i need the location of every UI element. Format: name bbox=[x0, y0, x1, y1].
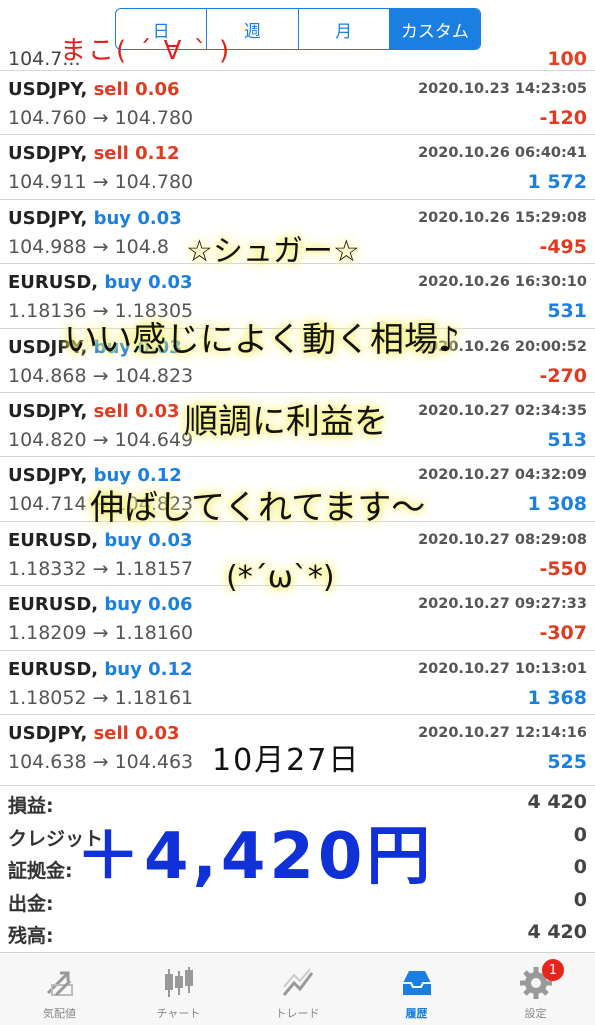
trade-prices: 1.18052 → 1.18161 bbox=[8, 686, 194, 709]
trade-time: 2020.10.26 16:30:10 bbox=[418, 274, 587, 291]
trade-symbol: USDJPY, sell 0.03 bbox=[8, 722, 180, 744]
trade-time: 2020.10.27 10:13:01 bbox=[418, 660, 587, 677]
trade-time: 2020.10.27 04:32:09 bbox=[418, 467, 587, 484]
tab-quotes[interactable]: 気配値 bbox=[0, 953, 119, 1025]
trade-profit: 525 bbox=[547, 750, 587, 773]
trade-time: 2020.10.27 12:14:16 bbox=[418, 724, 587, 741]
trade-volume: 0.12 bbox=[148, 658, 193, 680]
trade-row[interactable]: EURUSD, buy 0.12 2020.10.27 10:13:01 1.180… bbox=[0, 649, 595, 714]
trade-volume: 0.06 bbox=[135, 79, 180, 100]
trade-prices: 104.988 → 104.8 bbox=[8, 235, 169, 258]
trade-side: buy bbox=[104, 594, 142, 616]
trade-volume: 0.03 bbox=[135, 722, 180, 744]
chart-icon bbox=[159, 963, 199, 1003]
trade-volume: 0.03 bbox=[137, 207, 182, 229]
tab-label: チャート bbox=[156, 1007, 201, 1020]
trade-volume: 0.03 bbox=[135, 400, 180, 422]
summary-label: 損益: bbox=[8, 795, 54, 817]
trade-time: 2020.10.27 08:29:08 bbox=[418, 531, 587, 548]
trade-symbol: USDJPY, sell 0.12 bbox=[8, 143, 180, 165]
trade-symbol: USDJPY, sell 0.03 bbox=[8, 400, 180, 422]
trade-prices: 104.911 → 104.780 bbox=[8, 171, 194, 194]
period-custom-button[interactable]: カスタム bbox=[389, 9, 480, 49]
trade-prices: 104.638 → 104.463 bbox=[8, 750, 194, 773]
summary-value: 0 bbox=[573, 888, 587, 911]
trade-row[interactable]: USDJPY, sell 0.12 2020.10.26 06:40:41 104.… bbox=[0, 134, 595, 198]
tab-label: 履歴 bbox=[405, 1007, 428, 1020]
trade-profit: -120 bbox=[539, 107, 587, 129]
summary-label: 残高: bbox=[8, 925, 54, 947]
trade-volume: 0.03 bbox=[148, 529, 193, 551]
summary-value: 4 420 bbox=[527, 791, 588, 813]
summary-label: 出金: bbox=[8, 892, 54, 915]
overlay-date: 10月27日 bbox=[212, 743, 361, 778]
trade-profit: 1 572 bbox=[527, 171, 588, 194]
trade-time: 2020.10.26 15:29:08 bbox=[418, 209, 587, 226]
overlay-line-5: (*´ω`*) bbox=[226, 560, 335, 595]
summary-row: 残高: 4 420 bbox=[0, 916, 595, 949]
overlay-total: ＋4,420円 bbox=[76, 820, 435, 894]
notification-badge: 1 bbox=[542, 959, 564, 981]
trade-prices: 104.868 → 104.823 bbox=[8, 364, 194, 387]
trade-profit: 1 368 bbox=[527, 686, 588, 709]
trade-symbol: EURUSD, buy 0.06 bbox=[8, 594, 193, 616]
trade-symbol: USDJPY, buy 0.03 bbox=[8, 207, 182, 229]
trade-symbol: EURUSD, buy 0.03 bbox=[8, 272, 193, 294]
trade-time: 2020.10.27 02:34:35 bbox=[418, 402, 587, 419]
summary-label: 証拠金: bbox=[8, 860, 73, 882]
bottom-tab-bar: 気配値 チャート トレード 履歴 1 設定 bbox=[0, 952, 595, 1025]
tab-label: 気配値 bbox=[43, 1007, 76, 1020]
partial-row-profit: 100 bbox=[547, 48, 587, 70]
tab-label: 設定 bbox=[524, 1007, 547, 1020]
trade-side: sell bbox=[93, 143, 129, 165]
trade-side: buy bbox=[104, 658, 142, 680]
tab-label: トレード bbox=[275, 1007, 320, 1020]
trade-icon bbox=[278, 963, 318, 1003]
trade-symbol: EURUSD, buy 0.03 bbox=[8, 529, 193, 551]
trade-symbol: USDJPY, sell 0.06 bbox=[8, 79, 180, 100]
trade-prices: 104.820 → 104.649 bbox=[8, 428, 194, 451]
overlay-line-4: 伸ばしてくれてます〜 bbox=[90, 488, 426, 528]
trade-side: buy bbox=[104, 529, 142, 551]
trade-side: sell bbox=[93, 400, 129, 422]
period-month-button[interactable]: 月 bbox=[299, 9, 390, 49]
trade-volume: 0.12 bbox=[135, 143, 180, 165]
trade-profit: -495 bbox=[539, 235, 587, 258]
tab-settings[interactable]: 1 設定 bbox=[476, 953, 595, 1025]
trade-profit: -270 bbox=[539, 364, 587, 387]
trade-time: 2020.10.23 14:23:05 bbox=[418, 81, 587, 97]
signature-overlay: まこ( ´ ∀ ` ) bbox=[60, 36, 232, 66]
trade-side: sell bbox=[93, 79, 129, 100]
trade-row[interactable]: USDJPY, sell 0.06 2020.10.23 14:23:05 104.… bbox=[0, 70, 595, 134]
trade-prices: 1.18332 → 1.18157 bbox=[8, 557, 194, 580]
trade-time: 2020.10.26 06:40:41 bbox=[418, 145, 587, 162]
trade-profit: -550 bbox=[539, 557, 587, 580]
overlay-line-1: ☆シュガー☆ bbox=[186, 234, 360, 269]
history-icon bbox=[397, 963, 437, 1003]
trade-side: buy bbox=[104, 272, 142, 294]
trade-prices: 104.760 → 104.780 bbox=[8, 107, 194, 129]
trade-volume: 0.06 bbox=[148, 594, 193, 616]
tab-history[interactable]: 履歴 bbox=[357, 953, 476, 1025]
overlay-line-2: いい感じによく動く相場♪ bbox=[64, 320, 460, 360]
trade-profit: -307 bbox=[539, 622, 587, 645]
trade-time: 2020.10.27 09:27:33 bbox=[418, 596, 587, 613]
summary-value: 0 bbox=[573, 823, 587, 846]
trade-side: buy bbox=[93, 207, 132, 229]
tab-chart[interactable]: チャート bbox=[119, 953, 238, 1025]
trade-profit: 531 bbox=[547, 300, 587, 323]
overlay-line-3: 順調に利益を bbox=[184, 402, 388, 442]
tab-trade[interactable]: トレード bbox=[238, 953, 357, 1025]
trade-side: sell bbox=[93, 722, 129, 744]
trade-symbol: EURUSD, buy 0.12 bbox=[8, 658, 193, 680]
trade-profit: 1 308 bbox=[527, 493, 588, 516]
trade-profit: 513 bbox=[547, 428, 587, 451]
summary-value: 0 bbox=[573, 856, 587, 878]
trade-prices: 1.18209 → 1.18160 bbox=[8, 622, 194, 645]
trade-volume: 0.03 bbox=[148, 272, 193, 294]
quotes-icon bbox=[40, 963, 80, 1003]
summary-value: 4 420 bbox=[527, 921, 588, 943]
